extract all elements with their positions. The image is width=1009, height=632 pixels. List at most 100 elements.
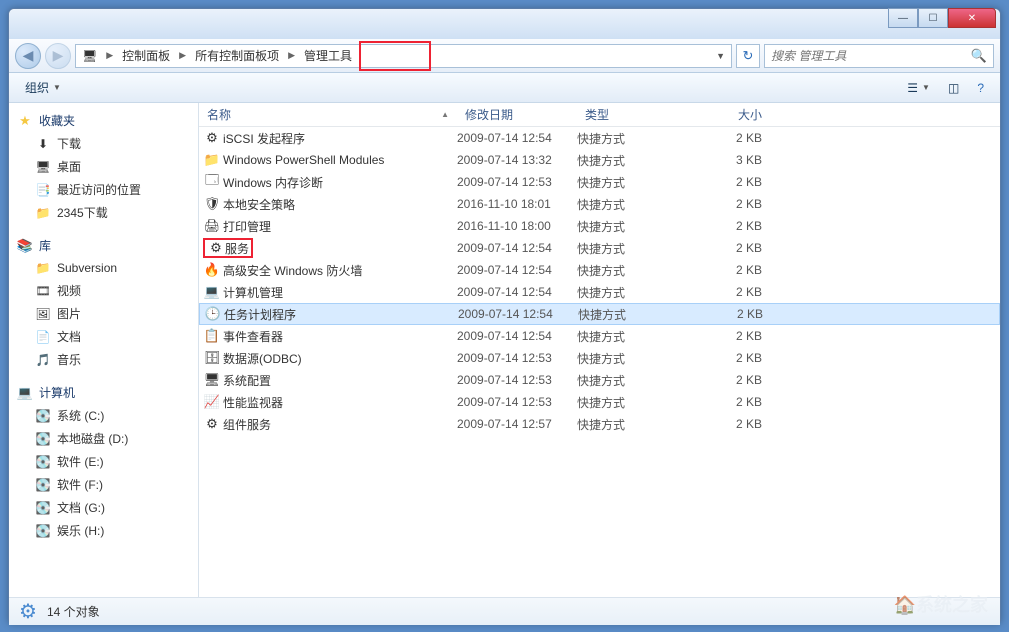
file-date: 2009-07-14 12:57 bbox=[457, 417, 577, 431]
file-type: 快捷方式 bbox=[577, 372, 690, 389]
computer-icon: 💻 bbox=[17, 385, 33, 401]
file-size: 2 KB bbox=[690, 395, 770, 409]
svn-icon: 📁 bbox=[35, 260, 51, 276]
file-size: 2 KB bbox=[690, 263, 770, 277]
drive-icon: 💽 bbox=[35, 431, 51, 447]
file-size: 2 KB bbox=[690, 285, 770, 299]
breadcrumb-seg-2[interactable]: 管理工具 bbox=[298, 45, 358, 67]
file-name: 高级安全 Windows 防火墙 bbox=[221, 262, 457, 279]
file-date: 2016-11-10 18:01 bbox=[457, 197, 577, 211]
video-icon: 🎞 bbox=[35, 283, 51, 299]
file-row[interactable]: 🗔Windows 内存诊断2009-07-14 12:53快捷方式2 KB bbox=[199, 171, 1000, 193]
file-name: Windows 内存诊断 bbox=[221, 174, 457, 191]
sidebar-favorites-header[interactable]: ★收藏夹 bbox=[9, 109, 198, 132]
sidebar-item[interactable]: 🎵音乐 bbox=[9, 348, 198, 371]
file-row[interactable]: 🔥高级安全 Windows 防火墙2009-07-14 12:54快捷方式2 K… bbox=[199, 259, 1000, 281]
sidebar-libraries-header[interactable]: 📚库 bbox=[9, 234, 198, 257]
file-icon: 📋 bbox=[203, 328, 221, 344]
gear-icon: ⚙ bbox=[19, 599, 37, 624]
sidebar-item[interactable]: 💽系统 (C:) bbox=[9, 404, 198, 427]
sidebar-item[interactable]: 📄文档 bbox=[9, 325, 198, 348]
minimize-button[interactable]: — bbox=[888, 8, 918, 28]
file-icon: ⚙ bbox=[207, 240, 225, 256]
col-name[interactable]: 名称▲ bbox=[199, 103, 457, 126]
breadcrumb-root-icon[interactable]: 🖥 bbox=[76, 45, 103, 67]
sidebar-item[interactable]: 💽软件 (F:) bbox=[9, 473, 198, 496]
file-icon: 🖨 bbox=[203, 218, 221, 234]
file-row[interactable]: 📁Windows PowerShell Modules2009-07-14 13… bbox=[199, 149, 1000, 171]
sidebar-item[interactable]: 📑最近访问的位置 bbox=[9, 178, 198, 201]
file-type: 快捷方式 bbox=[577, 240, 690, 257]
chevron-right-icon[interactable]: ▶ bbox=[176, 50, 189, 61]
file-row[interactable]: ⚙iSCSI 发起程序2009-07-14 12:54快捷方式2 KB bbox=[199, 127, 1000, 149]
help-button[interactable]: ? bbox=[969, 78, 992, 98]
refresh-button[interactable]: ↻ bbox=[736, 44, 760, 68]
file-row[interactable]: 🛡本地安全策略2016-11-10 18:01快捷方式2 KB bbox=[199, 193, 1000, 215]
address-bar[interactable]: 🖥 ▶ 控制面板 ▶ 所有控制面板项 ▶ 管理工具 ▼ bbox=[75, 44, 732, 68]
file-size: 2 KB bbox=[690, 241, 770, 255]
preview-pane-button[interactable]: ◫ bbox=[940, 78, 967, 98]
file-size: 2 KB bbox=[691, 307, 771, 321]
sidebar-item[interactable]: 🖼图片 bbox=[9, 302, 198, 325]
drive-icon: 💽 bbox=[35, 408, 51, 424]
file-row[interactable]: 🕒任务计划程序2009-07-14 12:54快捷方式2 KB bbox=[199, 303, 1000, 325]
breadcrumb-seg-1[interactable]: 所有控制面板项 bbox=[189, 45, 285, 67]
file-type: 快捷方式 bbox=[577, 196, 690, 213]
file-size: 2 KB bbox=[690, 351, 770, 365]
drive-icon: 💽 bbox=[35, 477, 51, 493]
back-button[interactable]: ◀ bbox=[15, 43, 41, 69]
status-text: 14 个对象 bbox=[47, 603, 100, 620]
file-row[interactable]: 🗄数据源(ODBC)2009-07-14 12:53快捷方式2 KB bbox=[199, 347, 1000, 369]
chevron-right-icon[interactable]: ▶ bbox=[103, 50, 116, 61]
file-row[interactable]: 🖥系统配置2009-07-14 12:53快捷方式2 KB bbox=[199, 369, 1000, 391]
file-row[interactable]: 📈性能监视器2009-07-14 12:53快捷方式2 KB bbox=[199, 391, 1000, 413]
file-date: 2009-07-14 12:53 bbox=[457, 373, 577, 387]
file-icon: 🗔 bbox=[203, 171, 221, 193]
file-icon: 🖥 bbox=[203, 372, 221, 388]
sidebar-item[interactable]: ⬇下载 bbox=[9, 132, 198, 155]
sidebar-item[interactable]: 💽娱乐 (H:) bbox=[9, 519, 198, 542]
file-date: 2009-07-14 12:54 bbox=[457, 285, 577, 299]
sidebar-computer-header[interactable]: 💻计算机 bbox=[9, 381, 198, 404]
library-icon: 📚 bbox=[17, 238, 33, 254]
organize-label: 组织 bbox=[25, 79, 49, 96]
file-row[interactable]: ⚙组件服务2009-07-14 12:57快捷方式2 KB bbox=[199, 413, 1000, 435]
file-date: 2009-07-14 12:54 bbox=[457, 131, 577, 145]
file-row[interactable]: 📋事件查看器2009-07-14 12:54快捷方式2 KB bbox=[199, 325, 1000, 347]
view-button[interactable]: ☰ ▼ bbox=[899, 78, 938, 98]
file-row[interactable]: ⚙服务2009-07-14 12:54快捷方式2 KB bbox=[199, 237, 1000, 259]
file-name: 服务 bbox=[225, 240, 249, 257]
breadcrumb-seg-0[interactable]: 控制面板 bbox=[116, 45, 176, 67]
file-date: 2009-07-14 12:54 bbox=[458, 307, 578, 321]
sidebar-item[interactable]: 💽本地磁盘 (D:) bbox=[9, 427, 198, 450]
sidebar-item[interactable]: 💽文档 (G:) bbox=[9, 496, 198, 519]
drive-icon: 💽 bbox=[35, 523, 51, 539]
file-type: 快捷方式 bbox=[577, 394, 690, 411]
chevron-right-icon[interactable]: ▶ bbox=[285, 50, 298, 61]
col-size[interactable]: 大小 bbox=[690, 103, 770, 126]
sidebar-item[interactable]: 🎞视频 bbox=[9, 279, 198, 302]
file-name: 系统配置 bbox=[221, 372, 457, 389]
organize-button[interactable]: 组织 ▼ bbox=[17, 76, 69, 99]
history-dropdown-icon[interactable]: ▼ bbox=[710, 51, 731, 61]
file-date: 2009-07-14 12:54 bbox=[457, 263, 577, 277]
sidebar-item[interactable]: 📁2345下载 bbox=[9, 201, 198, 224]
chevron-down-icon: ▼ bbox=[53, 83, 61, 92]
file-row[interactable]: 💻计算机管理2009-07-14 12:54快捷方式2 KB bbox=[199, 281, 1000, 303]
file-name: 打印管理 bbox=[221, 218, 457, 235]
maximize-button[interactable]: ☐ bbox=[918, 8, 948, 28]
file-name: 本地安全策略 bbox=[221, 196, 457, 213]
nav-sidebar: ★收藏夹 ⬇下载 🖥桌面 📑最近访问的位置 📁2345下载 📚库 📁Subver… bbox=[9, 103, 199, 597]
close-button[interactable]: ✕ bbox=[948, 8, 996, 28]
sidebar-item[interactable]: 💽软件 (E:) bbox=[9, 450, 198, 473]
sidebar-item[interactable]: 📁Subversion bbox=[9, 257, 198, 279]
col-type[interactable]: 类型 bbox=[577, 103, 690, 126]
search-input[interactable] bbox=[771, 49, 971, 63]
sidebar-item[interactable]: 🖥桌面 bbox=[9, 155, 198, 178]
col-date[interactable]: 修改日期 bbox=[457, 103, 577, 126]
search-icon[interactable]: 🔍 bbox=[971, 48, 987, 64]
file-row[interactable]: 🖨打印管理2016-11-10 18:00快捷方式2 KB bbox=[199, 215, 1000, 237]
drive-icon: 💽 bbox=[35, 500, 51, 516]
search-box[interactable]: 🔍 bbox=[764, 44, 994, 68]
forward-button[interactable]: ▶ bbox=[45, 43, 71, 69]
